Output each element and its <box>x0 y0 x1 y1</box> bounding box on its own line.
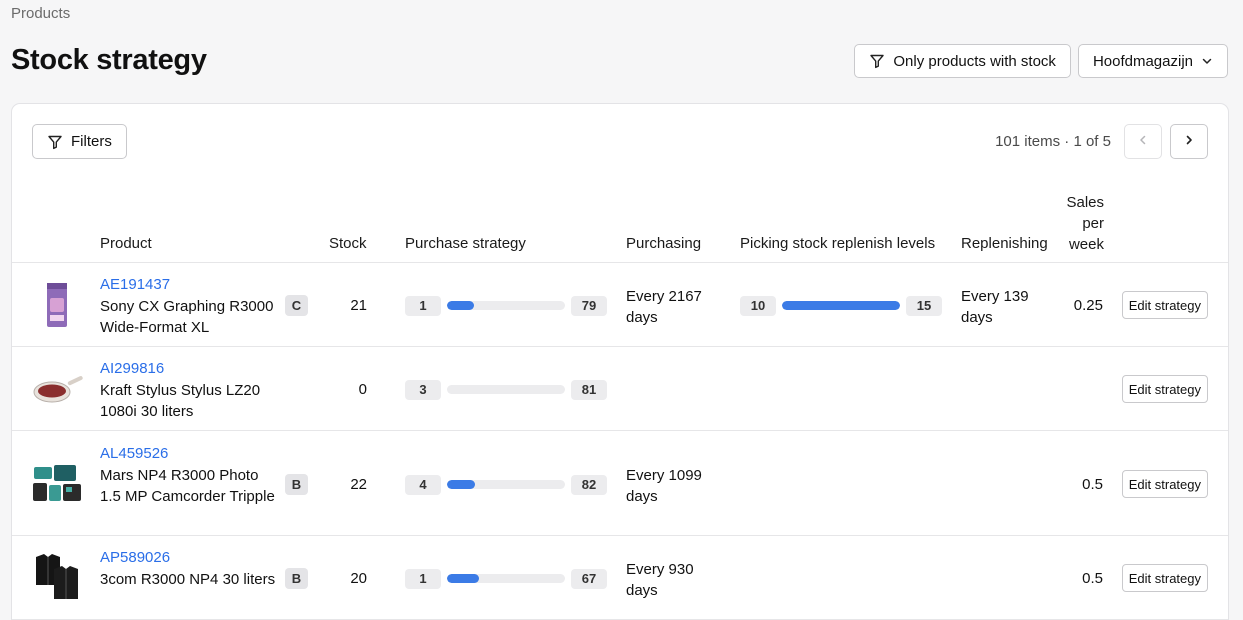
purchasing-interval: Every 2167 days <box>626 288 702 326</box>
edit-strategy-button[interactable]: Edit strategy <box>1121 470 1208 498</box>
purchase-min: 1 <box>405 568 441 589</box>
product-name: Sony CX Graphing R3000 Wide-Format XL <box>100 298 274 336</box>
picking-max: 15 <box>906 295 942 316</box>
next-page-button[interactable] <box>1170 124 1208 159</box>
sales-header-line: per <box>1082 215 1104 232</box>
warehouse-select-label: Hoofdmagazijn <box>1092 52 1193 70</box>
purchase-min: 1 <box>405 295 441 316</box>
column-header-purchasing[interactable]: Purchasing <box>626 233 701 254</box>
coffee-bag-icon <box>30 278 84 332</box>
breadcrumb[interactable]: Products <box>11 5 70 22</box>
product-sku-link[interactable]: AP589026 <box>100 549 170 566</box>
frying-pan-icon <box>30 362 84 416</box>
purchase-max: 67 <box>571 568 607 589</box>
abc-class-badge: B <box>285 568 308 589</box>
picking-range-fill <box>782 301 900 310</box>
stock-value: 20 <box>350 570 367 587</box>
column-header-stock[interactable]: Stock <box>329 233 367 254</box>
product-name: Kraft Stylus Stylus LZ20 1080i 30 liters <box>100 382 261 420</box>
purchase-min: 3 <box>405 379 441 400</box>
product-sku-link[interactable]: AI299816 <box>100 360 164 377</box>
only-products-with-stock-button[interactable]: Only products with stock <box>854 44 1071 78</box>
filters-label: Filters <box>71 133 112 150</box>
pagination-status: 101 items · 1 of 5 <box>995 133 1111 150</box>
table-row: AL459526 Mars NP4 R3000 Photo 1.5 MP Cam… <box>12 431 1228 536</box>
purchase-range-fill <box>447 301 475 310</box>
table-row: AI299816 Kraft Stylus Stylus LZ20 1080i … <box>12 347 1228 431</box>
previous-page-button[interactable] <box>1124 124 1162 159</box>
filters-button[interactable]: Filters <box>32 124 127 159</box>
purchase-max: 81 <box>571 379 607 400</box>
abc-class-badge: B <box>285 474 308 495</box>
purchase-strategy-range: 3 81 <box>405 379 607 400</box>
picking-levels-range: 10 15 <box>740 295 942 316</box>
pagination: 101 items · 1 of 5 <box>995 124 1208 159</box>
purchase-max: 82 <box>571 474 607 495</box>
column-header-picking-levels[interactable]: Picking stock replenish levels <box>740 233 935 254</box>
product-name: 3com R3000 NP4 30 liters <box>100 571 276 588</box>
sales-per-week-value: 0.5 <box>1082 476 1103 493</box>
picking-min: 10 <box>740 295 776 316</box>
stock-value: 21 <box>350 297 367 314</box>
page-title: Stock strategy <box>11 44 207 76</box>
column-header-purchase-strategy[interactable]: Purchase strategy <box>405 233 526 254</box>
picking-range-bar <box>782 301 900 310</box>
chevron-left-icon <box>1137 133 1149 151</box>
sales-header-line: week <box>1068 236 1104 253</box>
filter-icon <box>47 134 63 150</box>
purchase-max: 79 <box>571 295 607 316</box>
edit-strategy-button[interactable]: Edit strategy <box>1121 564 1208 592</box>
edit-strategy-button[interactable]: Edit strategy <box>1121 291 1208 319</box>
warehouse-select[interactable]: Hoofdmagazijn <box>1077 44 1228 78</box>
abc-class-badge: C <box>285 295 308 316</box>
purchase-range-fill <box>447 574 479 583</box>
purchase-range-bar <box>447 574 565 583</box>
column-header-sales-per-week[interactable]: Sales per week <box>1060 192 1104 255</box>
header-actions: Only products with stock Hoofdmagazijn <box>854 44 1228 78</box>
sales-per-week-value: 0.25 <box>1073 297 1103 314</box>
filter-icon <box>869 53 885 69</box>
product-sku-link[interactable]: AE191437 <box>100 276 170 293</box>
sales-header-line: Sales <box>1066 194 1104 211</box>
power-tool-set-icon <box>30 457 84 511</box>
purchase-strategy-range: 4 82 <box>405 474 607 495</box>
jackets-icon <box>30 551 84 605</box>
purchase-range-fill <box>447 480 476 489</box>
purchase-range-bar <box>447 480 565 489</box>
chevron-down-icon <box>1201 55 1213 67</box>
replenishing-interval: Every 139 days <box>961 288 1029 326</box>
purchasing-interval: Every 930 days <box>626 561 694 599</box>
purchase-strategy-range: 1 79 <box>405 295 607 316</box>
stock-value: 22 <box>350 476 367 493</box>
column-header-product[interactable]: Product <box>100 233 152 254</box>
table-row: AP589026 3com R3000 NP4 30 liters B 20 1… <box>12 536 1228 620</box>
column-header-replenishing[interactable]: Replenishing <box>961 233 1048 254</box>
purchase-range-bar <box>447 301 565 310</box>
stock-strategy-table-card: Filters 101 items · 1 of 5 Product Stock… <box>11 103 1229 620</box>
stock-value: 0 <box>358 381 367 398</box>
table-row: AE191437 Sony CX Graphing R3000 Wide-For… <box>12 263 1228 347</box>
purchase-range-bar <box>447 385 565 394</box>
only-products-with-stock-label: Only products with stock <box>893 52 1056 70</box>
product-name: Mars NP4 R3000 Photo 1.5 MP Camcorder Tr… <box>100 467 275 505</box>
purchase-min: 4 <box>405 474 441 495</box>
purchasing-interval: Every 1099 days <box>626 467 702 505</box>
chevron-right-icon <box>1183 133 1195 151</box>
edit-strategy-button[interactable]: Edit strategy <box>1121 375 1208 403</box>
sales-per-week-value: 0.5 <box>1082 570 1103 587</box>
purchase-strategy-range: 1 67 <box>405 568 607 589</box>
product-sku-link[interactable]: AL459526 <box>100 445 168 462</box>
